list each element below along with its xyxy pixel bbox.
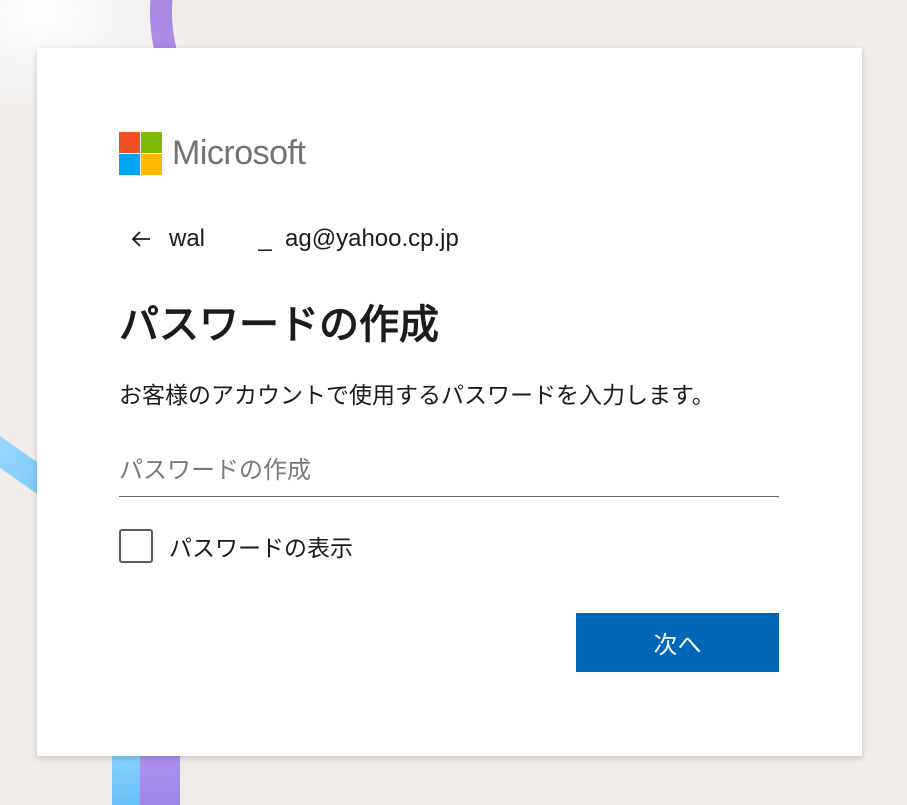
show-password-toggle[interactable]: パスワードの表示 [119,529,353,563]
logo-square-yellow [141,154,162,175]
show-password-label: パスワードの表示 [169,536,353,562]
page-description: お客様のアカウントで使用するパスワードを入力します。 [119,383,715,409]
show-password-checkbox[interactable] [119,529,153,563]
microsoft-logo-icon [119,132,162,175]
page-title: パスワードの作成 [119,302,439,348]
logo-wordmark: Microsoft [172,134,306,172]
arrow-left-icon[interactable] [127,225,155,253]
password-input[interactable] [119,444,779,497]
sign-in-card: Microsoft wal _ ag@yahoo.cp.jp パスワードの作成 … [37,48,862,756]
sign-in-page: Microsoft wal _ ag@yahoo.cp.jp パスワードの作成 … [0,0,907,805]
next-button[interactable]: 次へ [576,613,779,672]
logo-square-blue [119,154,140,175]
logo-square-green [141,132,162,153]
identity-banner: wal _ ag@yahoo.cp.jp [127,224,459,254]
logo-square-red [119,132,140,153]
account-email: wal _ ag@yahoo.cp.jp [169,225,459,252]
microsoft-logo: Microsoft [119,132,306,175]
